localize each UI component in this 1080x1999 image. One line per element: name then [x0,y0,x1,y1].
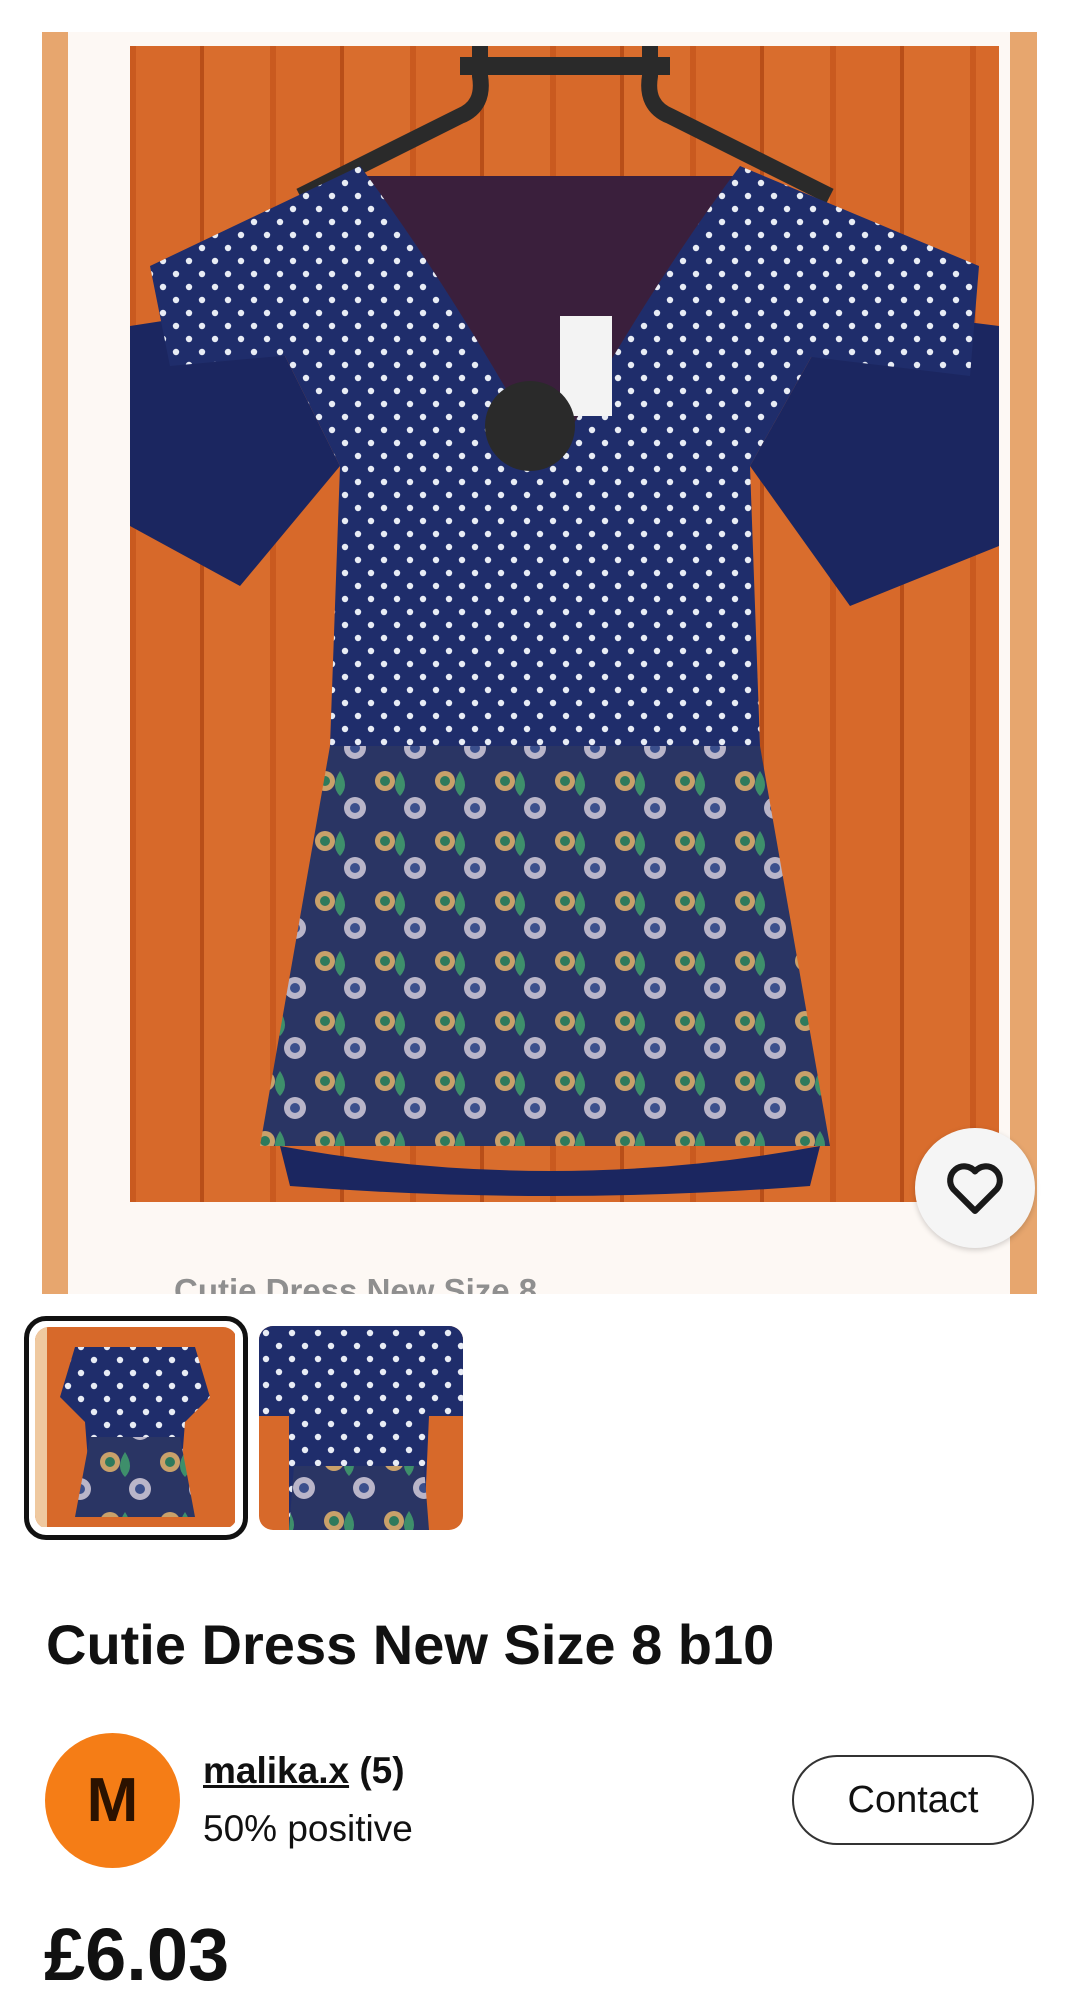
thumbnail-2[interactable] [259,1326,463,1530]
thumbnail-1[interactable] [24,1316,248,1540]
image-caption: Cutie Dress New Size 8 [174,1272,538,1294]
dress-illustration [130,46,999,1196]
seller-info: malika.x (5) [203,1750,405,1792]
heart-outline-icon [947,1163,1003,1214]
seller-avatar[interactable]: M [45,1733,180,1868]
seller-feedback-count: (5) [359,1750,405,1791]
listing-price: £6.03 [44,1913,230,1996]
dress-photo [130,46,999,1202]
favorite-button[interactable] [915,1128,1035,1248]
image-card: Cutie Dress New Size 8 [68,32,1010,1294]
seller-positive-rating: 50% positive [203,1808,413,1849]
listing-title: Cutie Dress New Size 8 b10 [46,1613,775,1676]
thumbnail-2-image [259,1326,463,1530]
contact-button[interactable]: Contact [792,1755,1034,1845]
main-product-image[interactable]: Cutie Dress New Size 8 [42,32,1037,1294]
thumbnail-1-image [35,1327,235,1527]
seller-username-link[interactable]: malika.x [203,1750,349,1791]
